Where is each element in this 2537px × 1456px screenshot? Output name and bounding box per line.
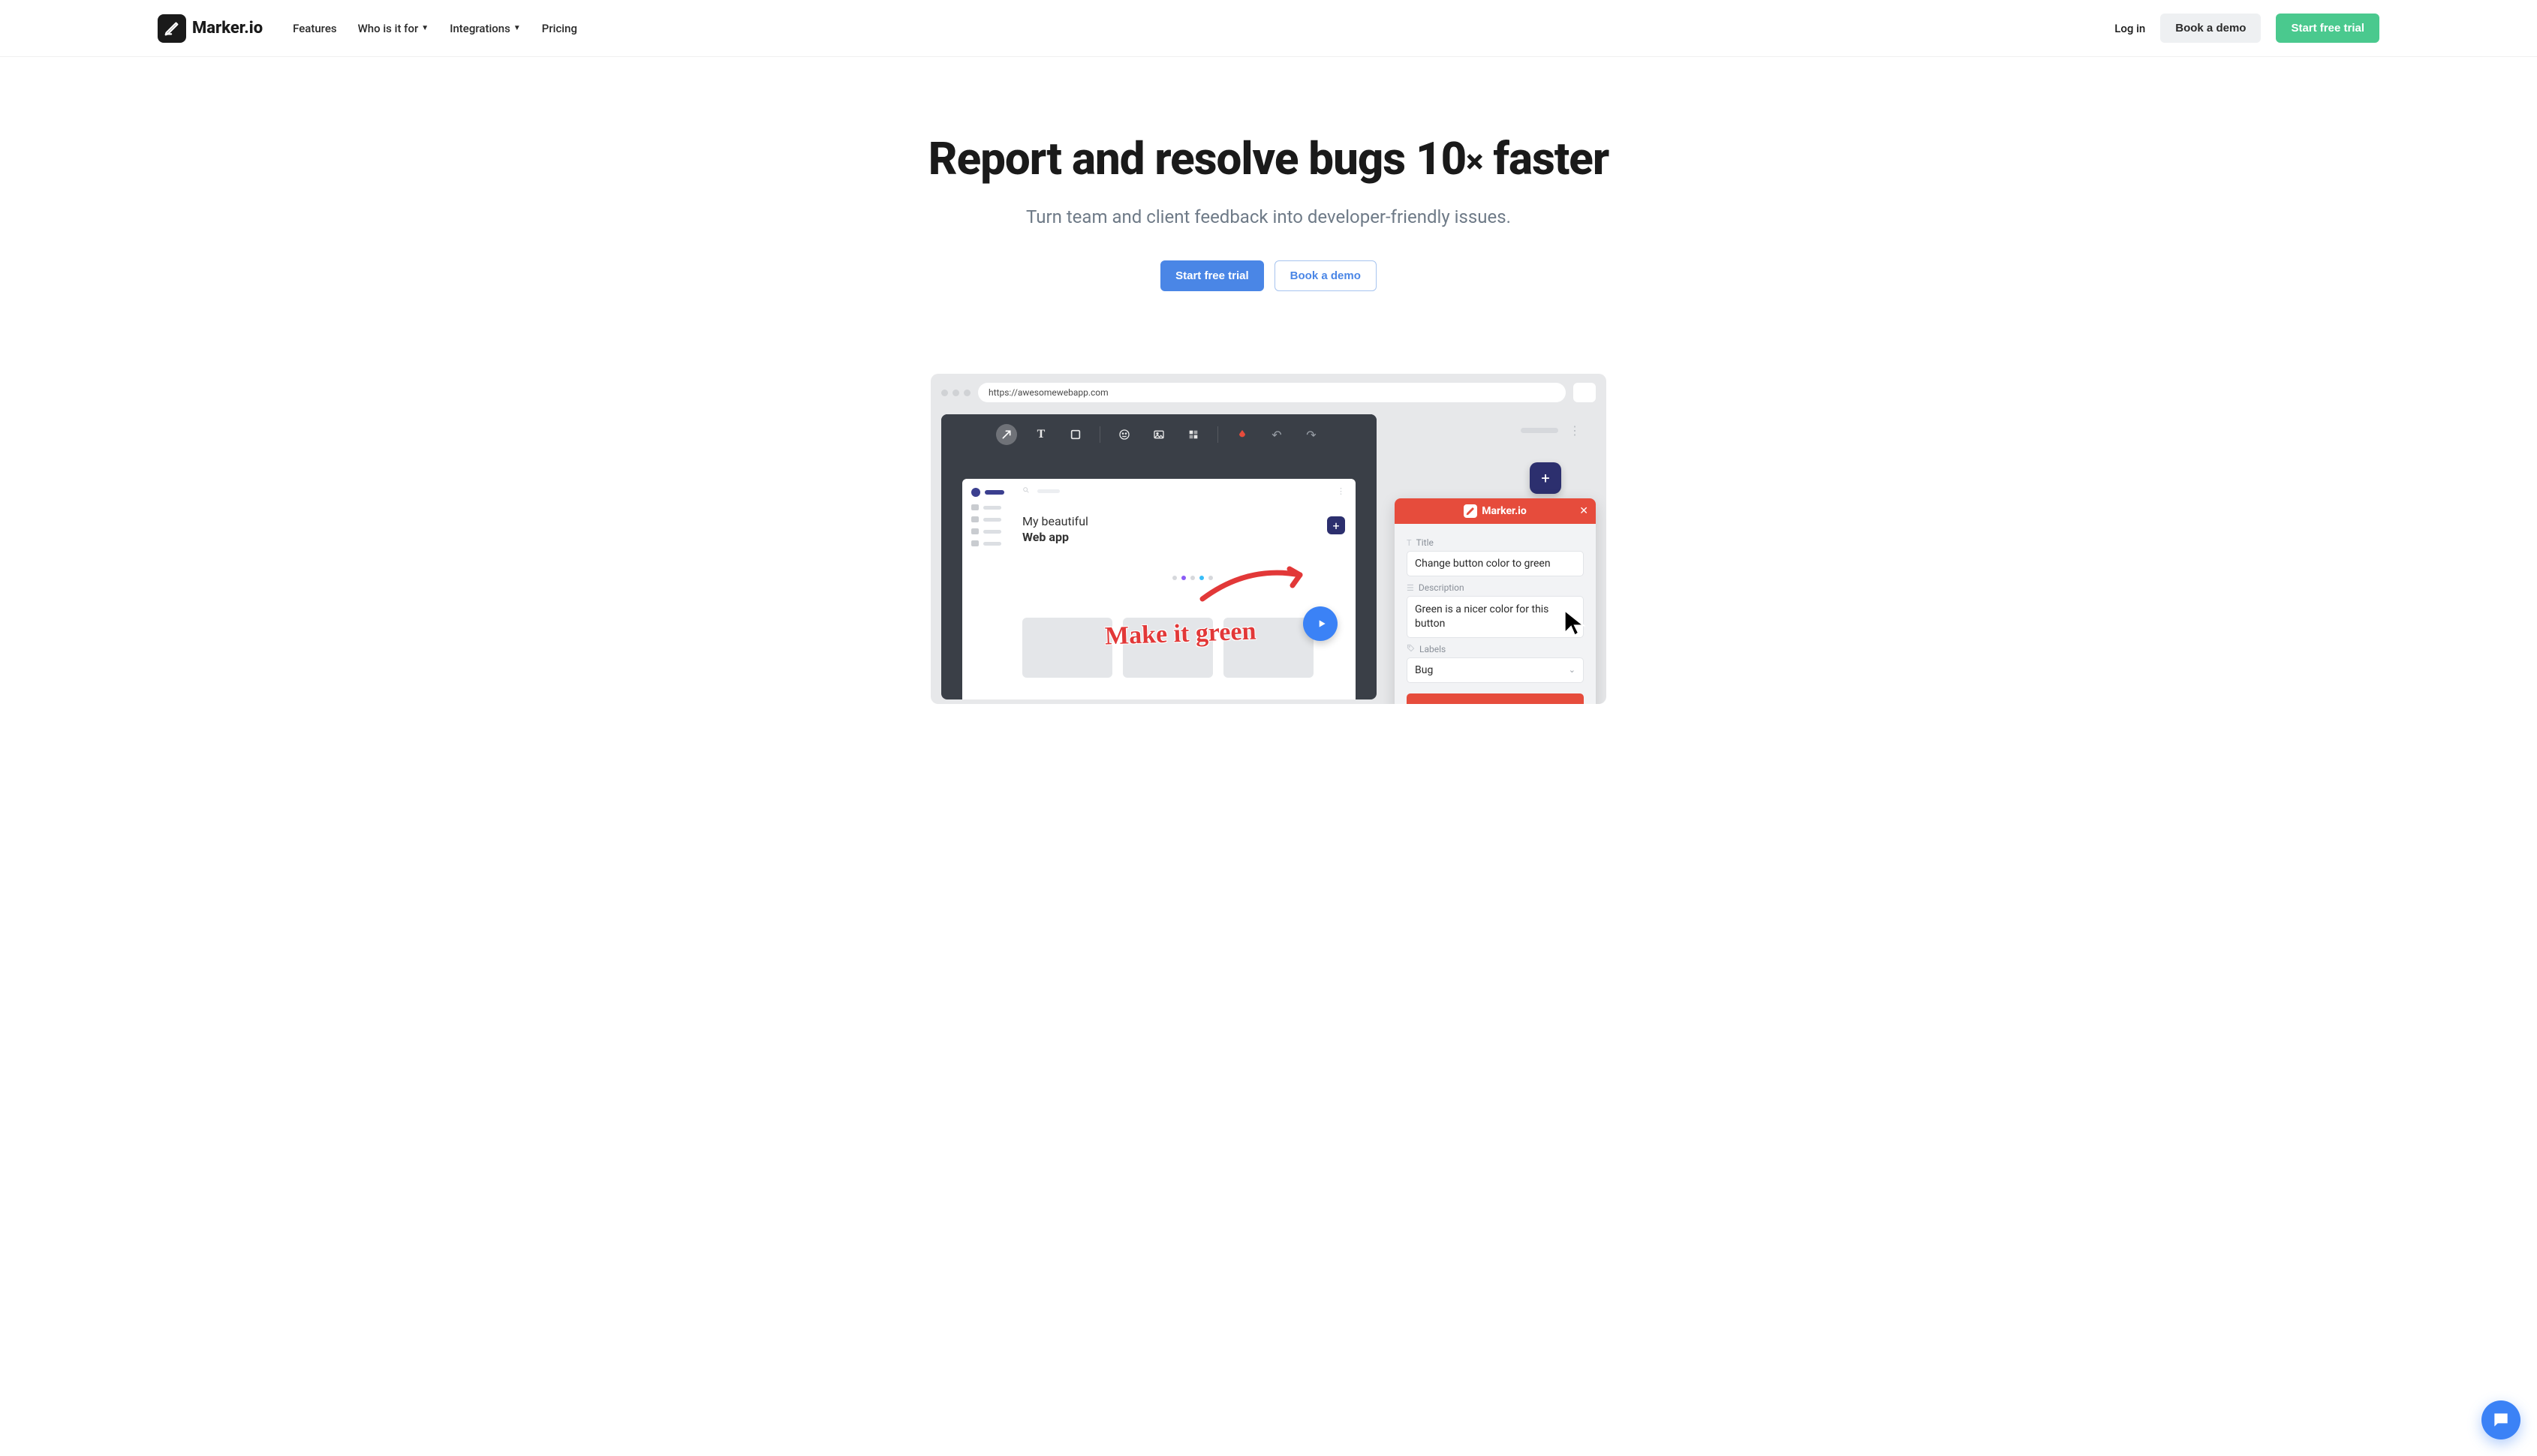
chevron-down-icon: ⌄ xyxy=(1569,665,1575,675)
top-nav: Marker.io Features Who is it for ▼ Integ… xyxy=(0,0,2537,57)
skeleton-line xyxy=(1037,489,1060,493)
url-bar: https://awesomewebapp.com xyxy=(978,383,1566,402)
brand-text: Marker.io xyxy=(192,19,263,38)
nav-left: Marker.io Features Who is it for ▼ Integ… xyxy=(158,14,577,43)
hero-headline-post: faster xyxy=(1482,132,1609,185)
labels-label: Labels xyxy=(1407,644,1584,654)
annotation-arrow-icon xyxy=(1195,561,1315,606)
app-title-line1: My beautiful xyxy=(1022,514,1088,528)
start-trial-button[interactable]: Start free trial xyxy=(2276,14,2379,43)
title-label: T Title xyxy=(1407,537,1584,548)
description-icon: ☰ xyxy=(1407,583,1414,593)
canvas-main: ⋮ My beautiful Web app + xyxy=(1022,486,1345,678)
send-feedback-button[interactable]: Send feedback xyxy=(1407,693,1584,704)
brand-logo[interactable]: Marker.io xyxy=(158,14,263,43)
description-label-text: Description xyxy=(1419,582,1464,593)
hero-headline: Report and resolve bugs 10× faster xyxy=(0,132,2537,185)
rect-tool-icon[interactable] xyxy=(1065,424,1086,445)
cursor-icon xyxy=(1560,608,1590,638)
hero-headline-pre: Report and resolve bugs 10 xyxy=(928,132,1466,185)
chat-launcher[interactable] xyxy=(2481,1400,2520,1439)
widget-brand: Marker.io xyxy=(1464,504,1527,518)
labels-select[interactable]: Bug ⌄ xyxy=(1407,657,1584,683)
widget-header: Marker.io ✕ xyxy=(1395,498,1596,524)
play-button[interactable] xyxy=(1303,606,1338,641)
skeleton-line xyxy=(983,518,1001,522)
chat-icon xyxy=(2491,1410,2511,1430)
canvas-sidebar xyxy=(971,488,1009,546)
add-button-icon: + xyxy=(1327,516,1345,534)
description-input[interactable]: Green is a nicer color for this button xyxy=(1407,596,1584,638)
skeleton-line xyxy=(983,506,1001,510)
kebab-menu-icon: ⋮ xyxy=(1569,423,1581,438)
nav-icon xyxy=(971,540,979,546)
traffic-lights-icon xyxy=(941,390,971,396)
page-skeleton-top: ⋮ xyxy=(1521,423,1581,438)
nav-integrations[interactable]: Integrations ▼ xyxy=(450,22,521,35)
browser-tab-placeholder xyxy=(1573,383,1596,402)
nav-who-for[interactable]: Who is it for ▼ xyxy=(358,22,429,35)
search-icon xyxy=(1022,486,1030,496)
editor-canvas: ⋮ My beautiful Web app + xyxy=(962,479,1356,699)
color-tool-icon[interactable] xyxy=(1232,424,1253,445)
widget-logo-icon xyxy=(1464,504,1477,518)
blur-tool-icon[interactable] xyxy=(1183,424,1204,445)
title-label-text: Title xyxy=(1416,537,1434,548)
text-tool-icon[interactable]: T xyxy=(1031,424,1052,445)
content-tile xyxy=(1022,618,1112,678)
pager-dots xyxy=(1172,576,1345,580)
avatar-icon xyxy=(971,488,980,497)
title-input[interactable]: Change button color to green xyxy=(1407,551,1584,576)
book-demo-button[interactable]: Book a demo xyxy=(2160,14,2261,43)
image-tool-icon[interactable] xyxy=(1148,424,1169,445)
app-title-line2: Web app xyxy=(1022,530,1069,544)
hero-sub: Turn team and client feedback into devel… xyxy=(0,206,2537,227)
skeleton-line xyxy=(985,490,1004,495)
chevron-down-icon: ▼ xyxy=(421,24,429,32)
nav-links: Features Who is it for ▼ Integrations ▼ … xyxy=(293,22,577,35)
nav-who-for-label: Who is it for xyxy=(358,22,419,35)
hero-ctas: Start free trial Book a demo xyxy=(0,260,2537,291)
screenshot-editor: T ↶ ↷ xyxy=(941,414,1377,699)
skeleton-line xyxy=(983,542,1001,546)
hero-book-demo-button[interactable]: Book a demo xyxy=(1275,260,1377,291)
nav-features[interactable]: Features xyxy=(293,22,336,35)
hero: Report and resolve bugs 10× faster Turn … xyxy=(0,57,2537,336)
nav-right: Log in Book a demo Start free trial xyxy=(2114,14,2379,43)
product-illustration: https://awesomewebapp.com ⋮ T xyxy=(931,374,1606,704)
nav-icon xyxy=(971,504,979,510)
editor-toolbar: T ↶ ↷ xyxy=(941,414,1377,455)
text-field-icon: T xyxy=(1407,538,1412,548)
canvas-search-row: ⋮ xyxy=(1022,486,1345,496)
annotation-text: Make it green xyxy=(1104,617,1256,651)
skeleton-bar xyxy=(1521,428,1558,433)
nav-pricing[interactable]: Pricing xyxy=(542,22,577,35)
undo-icon[interactable]: ↶ xyxy=(1266,424,1287,445)
hero-start-trial-button[interactable]: Start free trial xyxy=(1160,260,1264,291)
browser-chrome: https://awesomewebapp.com xyxy=(941,383,1596,402)
arrow-tool-icon[interactable] xyxy=(996,424,1017,445)
nav-icon xyxy=(971,516,979,522)
feedback-widget: Marker.io ✕ T Title Change button color … xyxy=(1395,498,1596,704)
skeleton-line xyxy=(983,530,1001,534)
labels-value: Bug xyxy=(1415,664,1433,676)
widget-brand-text: Marker.io xyxy=(1482,505,1527,517)
tag-icon xyxy=(1407,644,1415,654)
login-link[interactable]: Log in xyxy=(2114,22,2145,35)
description-label: ☰ Description xyxy=(1407,582,1584,593)
nav-icon xyxy=(971,528,979,534)
logo-mark-icon xyxy=(158,14,186,43)
redo-icon[interactable]: ↷ xyxy=(1301,424,1322,445)
nav-integrations-label: Integrations xyxy=(450,22,510,35)
close-icon[interactable]: ✕ xyxy=(1579,505,1588,517)
kebab-menu-icon: ⋮ xyxy=(1337,486,1345,496)
floating-add-button[interactable]: + xyxy=(1530,462,1561,494)
chevron-down-icon: ▼ xyxy=(513,24,521,32)
emoji-tool-icon[interactable] xyxy=(1114,424,1135,445)
app-title: My beautiful Web app xyxy=(1022,514,1345,546)
labels-label-text: Labels xyxy=(1419,644,1446,654)
toolbar-separator xyxy=(1217,426,1218,443)
hero-headline-mult: × xyxy=(1466,142,1482,181)
